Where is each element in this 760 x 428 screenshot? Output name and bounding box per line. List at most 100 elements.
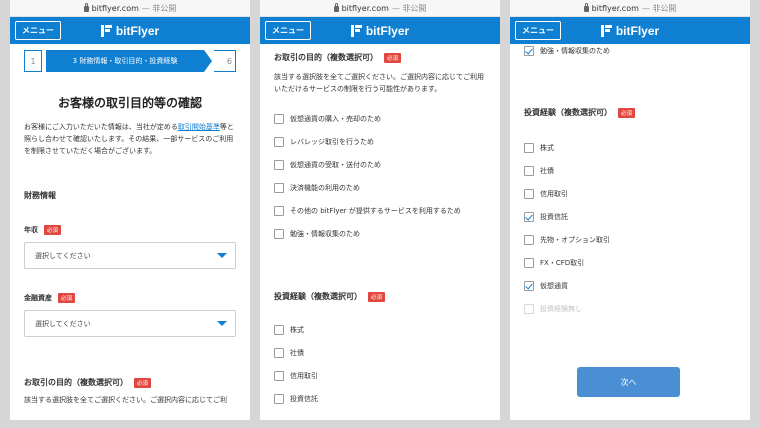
required-badge: 必須 xyxy=(618,108,636,118)
purpose-heading: お取引の目的（複数選択可） xyxy=(24,378,128,387)
experience-heading: 投資経験（複数選択可） xyxy=(274,292,362,301)
menu-button[interactable]: メニュー xyxy=(265,21,311,40)
experience-heading-row: 投資経験（複数選択可） 必須 xyxy=(524,107,736,118)
purpose-option[interactable]: レバレッジ取引を行うため xyxy=(274,130,486,153)
experience-option[interactable]: 株式 xyxy=(274,318,486,341)
checkbox[interactable] xyxy=(274,113,284,124)
purpose-option[interactable]: 仮想通貨の購入・売却のため xyxy=(274,107,486,130)
bitflyer-logo[interactable]: bitFlyer xyxy=(350,23,410,38)
checkbox[interactable] xyxy=(524,234,534,245)
required-badge: 必須 xyxy=(58,293,76,303)
logo-text: bitFlyer xyxy=(365,23,410,38)
bitflyer-logo-icon xyxy=(350,24,362,37)
experience-option[interactable]: 投資信託 xyxy=(274,387,486,410)
checkbox xyxy=(524,303,534,314)
purpose-description-cutoff: 該当する選択肢を全てご選択ください。ご選択内容に応じてご利 xyxy=(24,396,227,404)
step-current: 3 財務情報・取引目的・投資経験 xyxy=(46,50,212,72)
bitflyer-logo[interactable]: bitFlyer xyxy=(100,23,160,38)
assets-label: 金融資産 xyxy=(24,294,52,302)
menu-button[interactable]: メニュー xyxy=(515,21,561,40)
checkbox[interactable] xyxy=(524,188,534,199)
income-label: 年収 xyxy=(24,226,38,234)
dropdown-caret-icon xyxy=(217,253,227,258)
bitflyer-logo[interactable]: bitFlyer xyxy=(600,23,660,38)
url-bar[interactable]: bitflyer.com — 非公開 xyxy=(260,0,500,17)
menu-button[interactable]: メニュー xyxy=(15,21,61,40)
next-button[interactable]: 次へ xyxy=(577,367,680,397)
step-next: 6 xyxy=(214,50,236,72)
app-header: メニュー bitFlyer xyxy=(10,17,250,44)
app-header: メニュー bitFlyer xyxy=(260,17,500,44)
page-title: お客様の取引目的等の確認 xyxy=(57,96,202,110)
purpose-option[interactable]: 仮想通貨の受取・送付のため xyxy=(274,153,486,176)
url-bar[interactable]: bitflyer.com — 非公開 xyxy=(10,0,250,17)
progress-stepper: 1 3 財務情報・取引目的・投資経験 6 xyxy=(24,50,236,72)
screenshot-collage: bitflyer.com — 非公開 メニュー bitFlyer 1 3 財務情… xyxy=(0,0,760,428)
trade-criteria-link[interactable]: 取引開始基準 xyxy=(178,123,220,131)
experience-option[interactable]: 信用取引 xyxy=(524,182,736,205)
url-bar[interactable]: bitflyer.com — 非公開 xyxy=(510,0,750,17)
lock-icon xyxy=(333,3,339,12)
required-badge: 必須 xyxy=(134,378,152,388)
lock-icon xyxy=(83,3,89,12)
url-domain: bitflyer.com xyxy=(91,3,139,13)
checkbox-checked[interactable] xyxy=(524,280,534,291)
checkbox[interactable] xyxy=(274,347,284,358)
assets-select[interactable]: 選択してください xyxy=(24,310,236,337)
experience-option: 投資経験無し xyxy=(524,297,736,320)
checkbox[interactable] xyxy=(274,205,284,216)
finance-heading: 財務情報 xyxy=(24,191,56,200)
income-select[interactable]: 選択してください xyxy=(24,242,236,269)
checkbox[interactable] xyxy=(274,324,284,335)
experience-heading-row: 投資経験（複数選択可） 必須 xyxy=(274,291,486,302)
checkbox-checked[interactable] xyxy=(524,46,534,56)
purpose-option[interactable]: 勉強・情報収集のため xyxy=(524,44,736,58)
step-prev: 1 xyxy=(24,50,42,72)
income-select-value: 選択してください xyxy=(35,251,91,260)
app-header: メニュー bitFlyer xyxy=(510,17,750,44)
phone-panel-2: bitflyer.com — 非公開 メニュー bitFlyer お取引の目的（… xyxy=(260,0,500,420)
experience-heading: 投資経験（複数選択可） xyxy=(524,108,612,117)
checkbox[interactable] xyxy=(524,142,534,153)
purpose-heading-row: お取引の目的（複数選択可） 必須 xyxy=(274,52,486,63)
url-privacy: — 非公開 xyxy=(391,3,427,13)
phone-panel-1: bitflyer.com — 非公開 メニュー bitFlyer 1 3 財務情… xyxy=(10,0,250,420)
checkbox[interactable] xyxy=(524,257,534,268)
experience-option[interactable]: 社債 xyxy=(524,159,736,182)
url-privacy: — 非公開 xyxy=(641,3,677,13)
experience-option[interactable]: FX・CFD取引 xyxy=(524,251,736,274)
checkbox[interactable] xyxy=(274,136,284,147)
experience-option[interactable]: 株式 xyxy=(524,136,736,159)
bitflyer-logo-icon xyxy=(100,24,112,37)
url-domain: bitflyer.com xyxy=(341,3,389,13)
checkbox[interactable] xyxy=(274,393,284,404)
checkbox[interactable] xyxy=(274,370,284,381)
purpose-option[interactable]: 勉強・情報収集のため xyxy=(274,222,486,245)
logo-text: bitFlyer xyxy=(115,23,160,38)
checkbox[interactable] xyxy=(274,159,284,170)
checkbox[interactable] xyxy=(274,228,284,239)
checkbox[interactable] xyxy=(274,182,284,193)
purpose-heading-row: お取引の目的（複数選択可） 必須 xyxy=(24,377,236,388)
purpose-options: 仮想通貨の購入・売却のため レバレッジ取引を行うため 仮想通貨の受取・送付のため… xyxy=(274,107,486,245)
url-domain: bitflyer.com xyxy=(591,3,639,13)
experience-option[interactable]: 信用取引 xyxy=(274,364,486,387)
lock-icon xyxy=(583,3,589,12)
required-badge: 必須 xyxy=(368,292,386,302)
experience-option[interactable]: 先物・オプション取引 xyxy=(524,228,736,251)
experience-option[interactable]: 仮想通貨 xyxy=(524,274,736,297)
checkbox[interactable] xyxy=(524,165,534,176)
experience-option[interactable]: 社債 xyxy=(274,341,486,364)
required-badge: 必須 xyxy=(44,225,62,235)
experience-options: 株式 社債 信用取引 投資信託 先物・オプション取引 FX・CFD取引 仮想通貨 投資経験無し xyxy=(524,136,736,320)
logo-text: bitFlyer xyxy=(615,23,660,38)
purpose-option[interactable]: その他の bitFlyer が提供するサービスを利用するため xyxy=(274,199,486,222)
purpose-option[interactable]: 決済機能の利用のため xyxy=(274,176,486,199)
experience-option[interactable]: 投資信託 xyxy=(524,205,736,228)
checkbox-checked[interactable] xyxy=(524,211,534,222)
purpose-heading: お取引の目的（複数選択可） xyxy=(274,53,378,62)
income-field: 年収 必須 選択してください xyxy=(24,225,236,269)
experience-options: 株式 社債 信用取引 投資信託 xyxy=(274,318,486,410)
purpose-description: 該当する選択肢を全てご選択ください。ご選択内容に応じてご利用いただけるサービスの… xyxy=(274,73,484,93)
bitflyer-logo-icon xyxy=(600,24,612,37)
